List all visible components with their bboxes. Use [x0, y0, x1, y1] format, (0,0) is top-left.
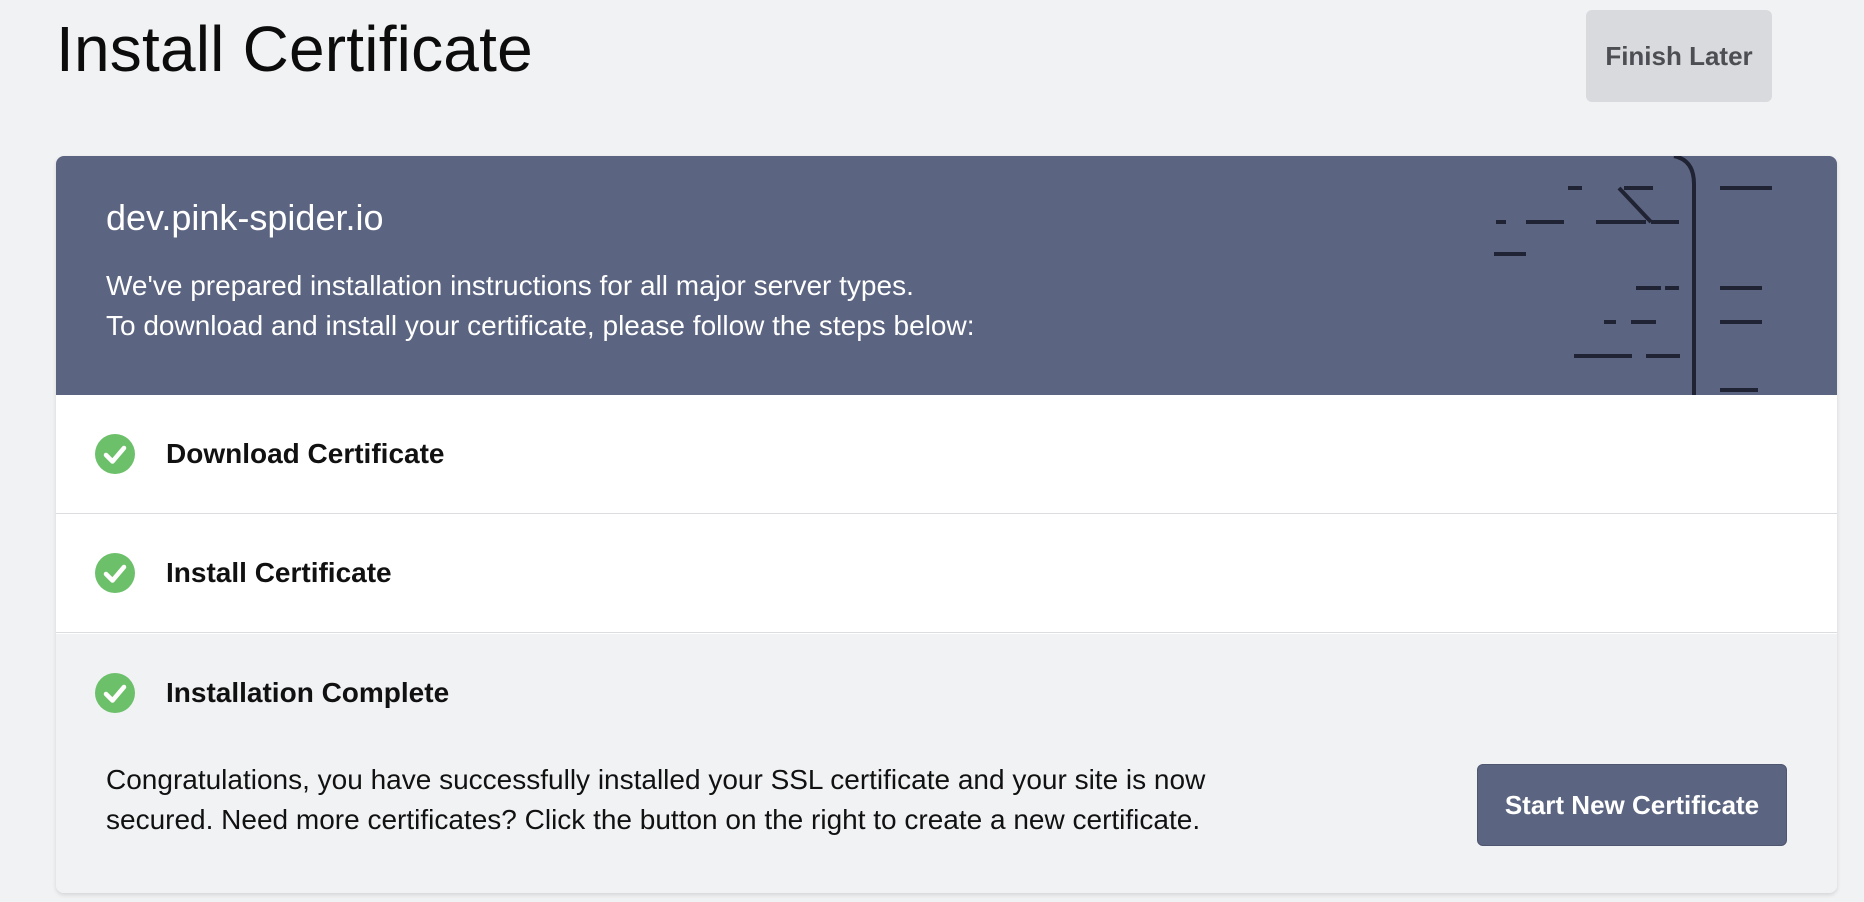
check-circle-icon	[95, 553, 135, 593]
completion-message: Congratulations, you have successfully i…	[106, 760, 1286, 840]
banner-instructions-line-2: To download and install your certificate…	[106, 310, 975, 341]
check-circle-icon	[95, 673, 135, 713]
certificate-card: dev.pink-spider.io We've prepared instal…	[56, 156, 1837, 893]
step-label: Download Certificate	[166, 438, 445, 469]
page-title: Install Certificate	[56, 13, 533, 85]
completion-message-line-1: Congratulations, you have successfully i…	[106, 764, 1206, 795]
step-download-certificate: Download Certificate	[56, 395, 1837, 514]
step-install-certificate: Install Certificate	[56, 514, 1837, 633]
code-pattern-decoration	[1494, 156, 1772, 395]
start-new-certificate-button[interactable]: Start New Certificate	[1477, 764, 1787, 846]
step-installation-complete: Installation Complete Congratulations, y…	[56, 634, 1837, 893]
finish-later-button[interactable]: Finish Later	[1586, 10, 1772, 102]
certificate-domain: dev.pink-spider.io	[106, 197, 384, 238]
certificate-banner: dev.pink-spider.io We've prepared instal…	[56, 156, 1837, 395]
check-circle-icon	[95, 434, 135, 474]
step-label: Installation Complete	[166, 677, 450, 708]
banner-instructions: We've prepared installation instructions…	[106, 266, 975, 346]
step-label: Install Certificate	[166, 557, 392, 588]
banner-instructions-line-1: We've prepared installation instructions…	[106, 270, 914, 301]
completion-message-line-2: secured. Need more certificates? Click t…	[106, 804, 1201, 835]
